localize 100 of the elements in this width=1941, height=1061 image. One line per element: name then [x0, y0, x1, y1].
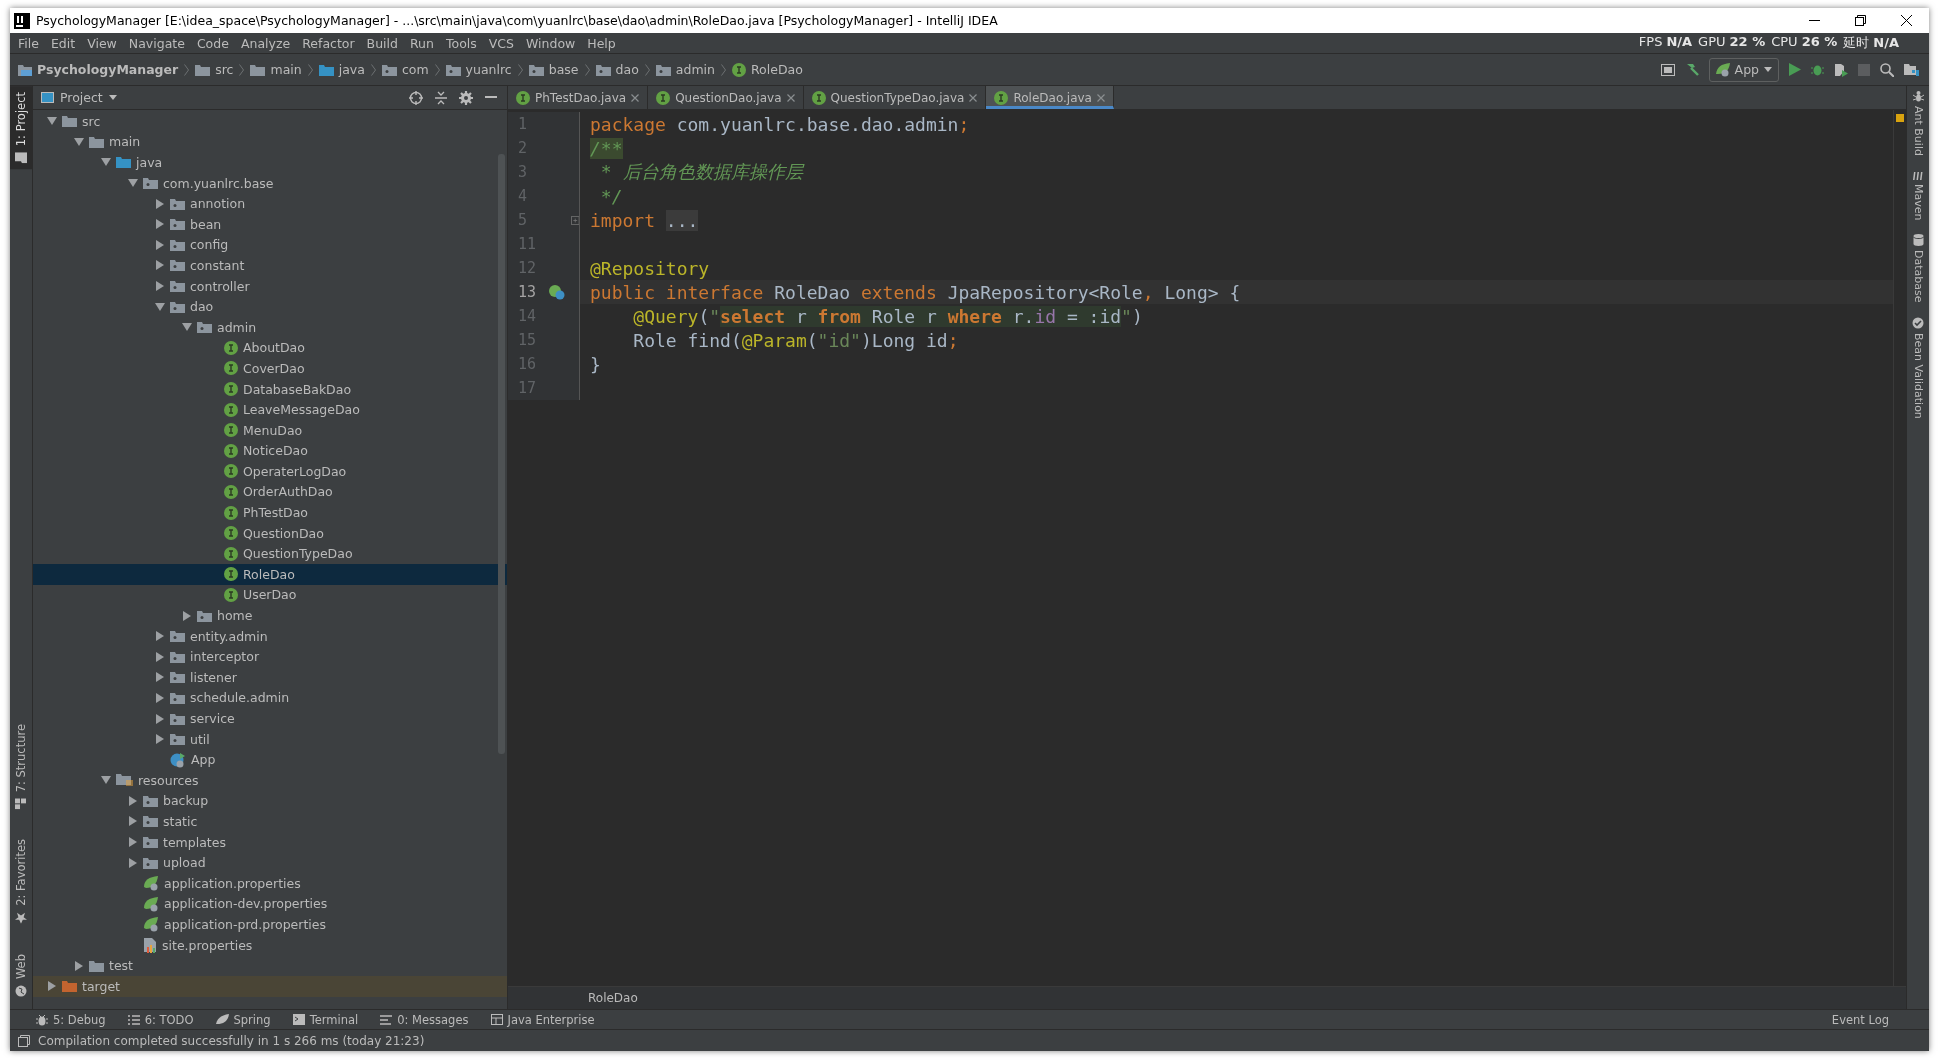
tree-item[interactable]: application-dev.properties: [33, 893, 507, 915]
breadcrumb-item[interactable]: dao: [595, 62, 645, 77]
implemented-icon[interactable]: [548, 284, 566, 300]
tree-item[interactable]: application.properties: [33, 872, 507, 894]
tree-item[interactable]: service: [33, 708, 507, 729]
expand-arrow-icon[interactable]: [155, 672, 165, 683]
expand-arrow-icon[interactable]: [155, 734, 165, 745]
tree-item[interactable]: java: [33, 152, 507, 173]
menu-item[interactable]: View: [81, 35, 123, 51]
collapse-arrow-icon[interactable]: [128, 178, 138, 189]
project-structure-icon[interactable]: [1904, 63, 1919, 76]
tree-item[interactable]: RoleDao: [33, 564, 507, 585]
expand-arrow-icon[interactable]: [155, 692, 165, 703]
coverage-icon[interactable]: [1834, 62, 1848, 77]
menu-item[interactable]: Tools: [439, 35, 483, 51]
tree-item[interactable]: upload: [33, 852, 507, 873]
scrollbar[interactable]: [498, 154, 505, 754]
tree-item[interactable]: AboutDao: [33, 337, 507, 359]
hide-icon[interactable]: [485, 96, 497, 99]
collapse-arrow-icon[interactable]: [101, 157, 111, 168]
tree-item[interactable]: backup: [33, 790, 507, 812]
tree-item[interactable]: QuestionDao: [33, 522, 507, 544]
tool-window-button[interactable]: Web: [10, 947, 32, 1003]
collapse-all-icon[interactable]: [435, 90, 447, 105]
menu-item[interactable]: Window: [520, 35, 582, 51]
breadcrumb-item[interactable]: PsychologyManager: [18, 62, 185, 77]
collapse-arrow-icon[interactable]: [74, 136, 84, 147]
settings-icon[interactable]: [459, 90, 473, 105]
tree-item[interactable]: bean: [33, 213, 507, 235]
collapse-arrow-icon[interactable]: [182, 322, 192, 333]
tree-item[interactable]: CoverDao: [33, 358, 507, 379]
menu-item[interactable]: Code: [190, 35, 235, 51]
breadcrumb-item[interactable]: src: [195, 62, 240, 77]
tool-window-button[interactable]: Java Enterprise: [490, 1012, 595, 1027]
breadcrumb-item[interactable]: RoleDao: [731, 62, 809, 77]
tool-window-button[interactable]: 6: TODO: [127, 1012, 194, 1027]
breadcrumb-item[interactable]: yuanlrc: [445, 62, 518, 77]
tree-item[interactable]: MenuDao: [33, 419, 507, 441]
tool-window-button[interactable]: 7: Structure: [10, 717, 32, 816]
tree-item[interactable]: schedule.admin: [33, 687, 507, 709]
tree-item[interactable]: home: [33, 605, 507, 626]
expand-arrow-icon[interactable]: [155, 631, 165, 642]
tree-item[interactable]: interceptor: [33, 646, 507, 668]
breadcrumb-item[interactable]: base: [528, 62, 585, 77]
editor-tab[interactable]: PhTestDao.java: [508, 86, 649, 109]
tree-item[interactable]: OrderAuthDao: [33, 481, 507, 503]
tree-item[interactable]: templates: [33, 831, 507, 853]
tree-item[interactable]: com.yuanlrc.base: [33, 172, 507, 194]
expand-arrow-icon[interactable]: [47, 981, 57, 992]
run-config-dropdown[interactable]: App: [1708, 57, 1779, 82]
tool-window-button[interactable]: Event Log: [1831, 1012, 1889, 1027]
tool-window-button[interactable]: Bean Validation: [1907, 312, 1929, 429]
tree-item[interactable]: DatabaseBakDao: [33, 378, 507, 400]
tool-window-button[interactable]: 2: Favorites: [10, 833, 32, 930]
breadcrumb-item[interactable]: java: [318, 62, 371, 77]
tree-item[interactable]: static: [33, 811, 507, 832]
tree-item[interactable]: constant: [33, 255, 507, 276]
bug-icon[interactable]: [1811, 63, 1824, 76]
expand-arrow-icon[interactable]: [155, 281, 165, 292]
expand-arrow-icon[interactable]: [155, 713, 165, 724]
tree-item[interactable]: application-prd.properties: [33, 914, 507, 935]
tool-window-button[interactable]: 0: Messages: [380, 1012, 469, 1027]
tree-item[interactable]: test: [33, 955, 507, 976]
tree-item[interactable]: dao: [33, 296, 507, 317]
tree-item[interactable]: NoticeDao: [33, 440, 507, 462]
breadcrumb-item[interactable]: main: [250, 62, 308, 77]
tree-item[interactable]: site.properties: [33, 934, 507, 956]
menu-item[interactable]: Edit: [44, 35, 82, 51]
expand-arrow-icon[interactable]: [155, 198, 165, 209]
tool-window-button[interactable]: Spring: [215, 1012, 271, 1027]
editor-tab[interactable]: RoleDao.java: [986, 86, 1114, 109]
expand-arrow-icon[interactable]: [128, 837, 138, 848]
expand-arrow-icon[interactable]: [155, 219, 165, 230]
tree-item[interactable]: target: [33, 975, 507, 997]
menu-item[interactable]: VCS: [482, 35, 520, 51]
expand-arrow-icon[interactable]: [128, 795, 138, 806]
close-icon[interactable]: [1900, 15, 1912, 26]
collapse-arrow-icon[interactable]: [155, 301, 165, 312]
tree-item[interactable]: listener: [33, 667, 507, 688]
tree-item[interactable]: PhTestDao: [33, 502, 507, 523]
tree-item[interactable]: entity.admin: [33, 625, 507, 647]
restore-icon[interactable]: [1854, 15, 1866, 26]
menu-item[interactable]: Help: [581, 35, 622, 51]
tree-item[interactable]: config: [33, 234, 507, 256]
window-icon[interactable]: [1660, 63, 1675, 76]
editor-tab[interactable]: QuestionDao.java: [648, 86, 804, 109]
run-icon[interactable]: [1789, 63, 1801, 76]
tool-window-button[interactable]: 1: Project: [10, 86, 32, 170]
project-view-dropdown[interactable]: Project: [41, 90, 117, 105]
warning-marker[interactable]: [1896, 114, 1904, 122]
tree-item[interactable]: admin: [33, 316, 507, 338]
breadcrumb-item[interactable]: RoleDao: [588, 991, 638, 1005]
tree-item[interactable]: OperaterLogDao: [33, 461, 507, 482]
tool-window-button[interactable]: Database: [1907, 230, 1929, 313]
menu-item[interactable]: File: [12, 35, 45, 51]
tool-window-button[interactable]: Maven: [1907, 165, 1929, 231]
breadcrumb-item[interactable]: com: [381, 62, 435, 77]
collapse-arrow-icon[interactable]: [47, 116, 57, 127]
expand-arrow-icon[interactable]: [155, 651, 165, 662]
expand-arrow-icon[interactable]: [74, 960, 84, 971]
